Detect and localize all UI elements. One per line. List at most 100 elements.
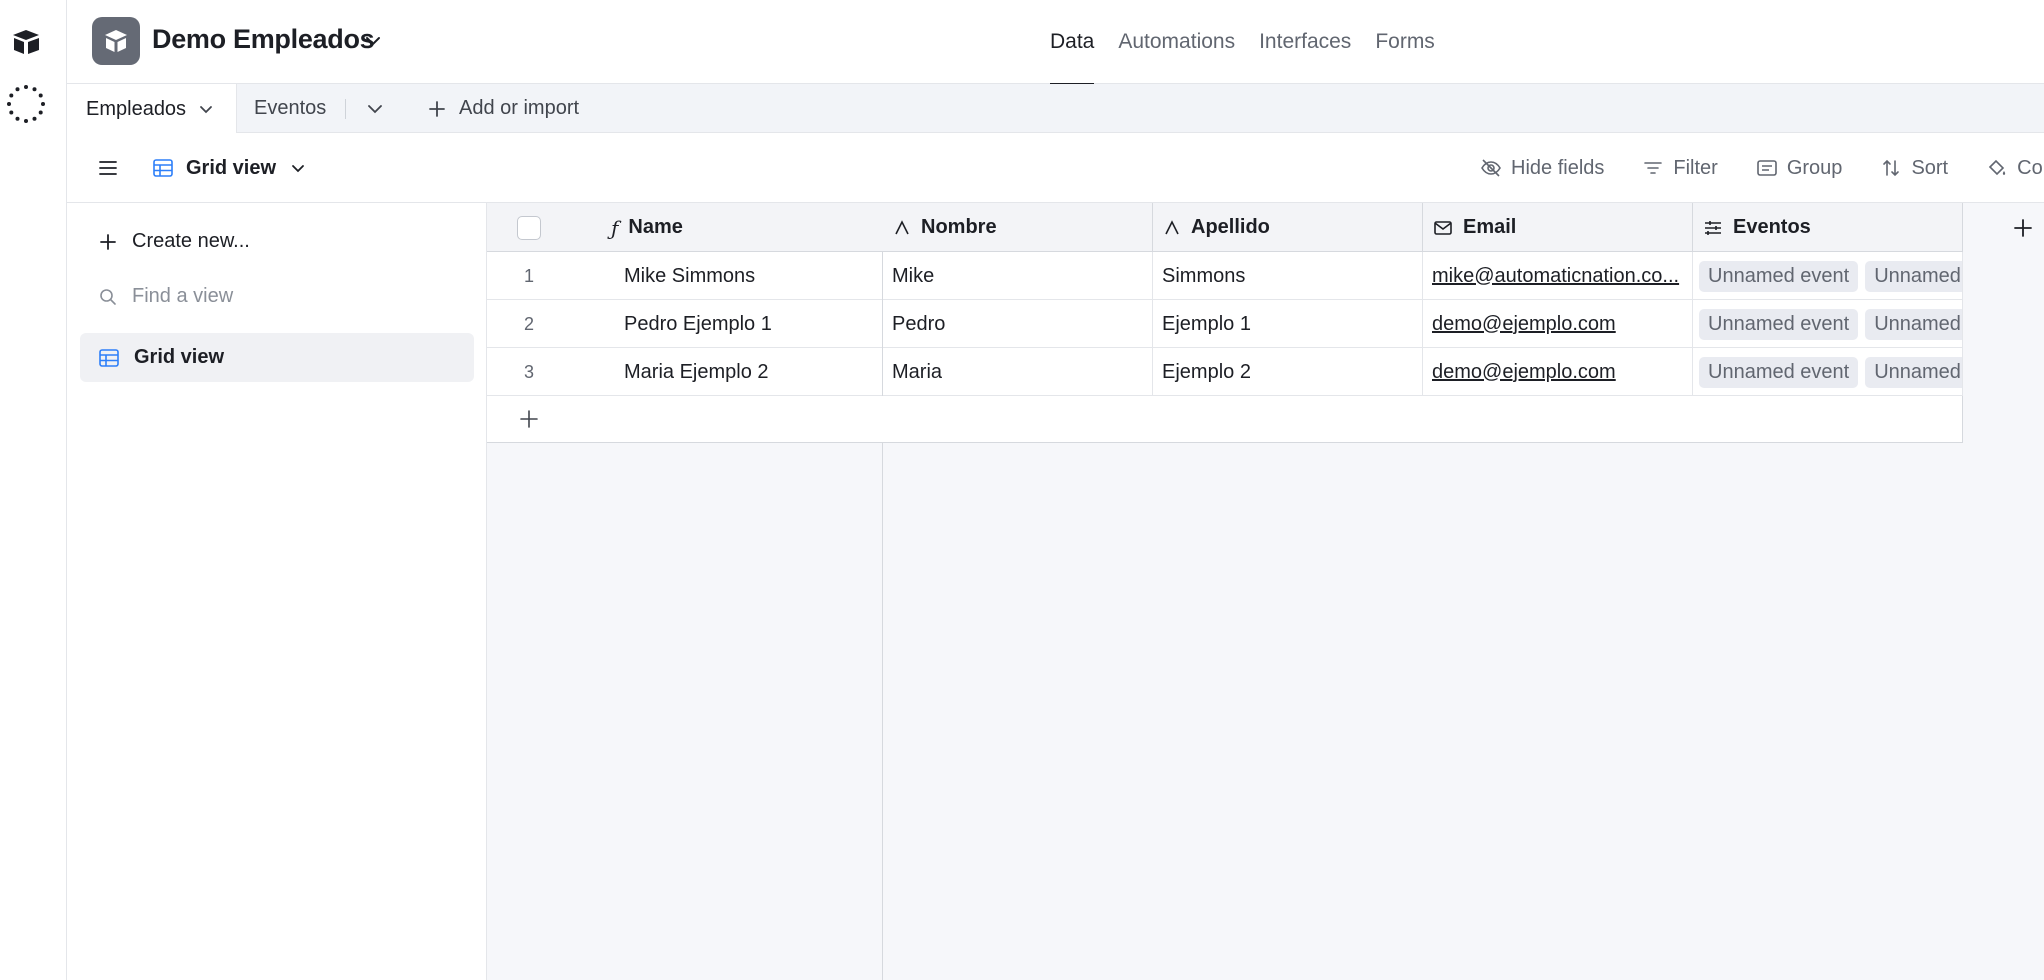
- box-icon: [105, 30, 127, 52]
- cell-email[interactable]: demo@ejemplo.com: [1423, 348, 1693, 396]
- create-view-label: Create new...: [132, 230, 250, 252]
- top-bar: Demo Empleados Data Automations Interfac…: [67, 0, 2044, 85]
- hide-fields-button[interactable]: Hide fields: [1480, 157, 1604, 180]
- linked-record-icon: [1705, 220, 1721, 235]
- column-header-apellido[interactable]: Apellido: [1153, 203, 1423, 252]
- row-number: 1: [523, 265, 534, 286]
- paint-bucket-icon: [1988, 159, 2006, 176]
- group-icon: [1757, 160, 1777, 176]
- view-toolbar: Hide fields Filter Group Sort Co: [1480, 133, 2044, 203]
- sidebar-view-grid[interactable]: Grid view: [80, 333, 474, 382]
- grid: ƒ Name Nombre Apellido Email Eventos 1 M…: [487, 203, 2044, 980]
- cell-name[interactable]: Mike Simmons: [615, 252, 882, 300]
- linked-record-chip[interactable]: Unnamed: [1865, 356, 1962, 388]
- search-icon: [100, 288, 116, 305]
- plus-icon: [100, 233, 116, 250]
- tab-divider: [345, 99, 346, 119]
- select-all-checkbox[interactable]: [517, 216, 541, 240]
- find-view: [98, 285, 432, 308]
- cell-name[interactable]: Pedro Ejemplo 1: [615, 300, 882, 348]
- email-field-icon: [1434, 220, 1452, 235]
- cell-name[interactable]: Maria Ejemplo 2: [615, 348, 882, 396]
- grid-view-icon: [99, 348, 119, 367]
- sort-button[interactable]: Sort: [1880, 157, 1948, 180]
- main-nav: Data Automations Interfaces Forms: [1050, 0, 1435, 85]
- views-sidebar: Create new... Grid view: [67, 203, 487, 980]
- column-header-label: Apellido: [1191, 216, 1270, 238]
- formula-field-icon: ƒ: [611, 215, 619, 240]
- column-header-label: Name: [628, 216, 683, 238]
- table-tab-bar: Empleados Eventos Add or import: [67, 84, 2044, 134]
- nav-forms[interactable]: Forms: [1375, 0, 1435, 84]
- add-field-icon[interactable]: [2012, 217, 2034, 239]
- table-row[interactable]: 1 Mike Simmons Mike Simmons mike@automat…: [487, 252, 1963, 300]
- grid-header: ƒ Name Nombre Apellido Email Eventos: [487, 203, 1963, 252]
- cell-email[interactable]: mike@automaticnation.co...: [1423, 252, 1693, 300]
- filter-button[interactable]: Filter: [1642, 156, 1718, 180]
- chevron-down-icon[interactable]: [364, 98, 386, 120]
- filter-icon: [1644, 162, 1663, 174]
- cell-nombre[interactable]: Mike: [882, 252, 1153, 300]
- hide-fields-label: Hide fields: [1511, 156, 1605, 179]
- nav-automations[interactable]: Automations: [1118, 0, 1235, 84]
- menu-icon[interactable]: [97, 157, 119, 179]
- text-field-icon: [1165, 219, 1179, 234]
- chevron-down-icon: [292, 165, 304, 173]
- cell-apellido[interactable]: Ejemplo 1: [1153, 300, 1423, 348]
- group-label: Group: [1786, 156, 1843, 179]
- eye-off-icon: [1481, 159, 1501, 177]
- sort-icon: [1883, 159, 1900, 177]
- row-number: 3: [523, 361, 534, 382]
- tab-empleados[interactable]: Empleados: [67, 84, 237, 134]
- column-header-label: Eventos: [1733, 216, 1811, 238]
- cell-eventos[interactable]: Unnamed event Unnamed: [1693, 252, 1963, 300]
- color-button[interactable]: Colo: [1986, 157, 2044, 180]
- view-name: Grid view: [186, 156, 277, 179]
- view-switcher[interactable]: Grid view: [152, 133, 308, 203]
- cell-eventos[interactable]: Unnamed event Unnamed: [1693, 348, 1963, 396]
- airtable-logo-icon[interactable]: [8, 24, 44, 60]
- add-record-row[interactable]: [487, 396, 1963, 443]
- cell-eventos[interactable]: Unnamed event Unnamed: [1693, 300, 1963, 348]
- nav-data[interactable]: Data: [1050, 0, 1095, 85]
- loading-spinner-icon: [7, 85, 45, 123]
- color-label: Colo: [2017, 156, 2044, 179]
- cell-apellido[interactable]: Simmons: [1153, 252, 1423, 300]
- column-header-email[interactable]: Email: [1423, 203, 1693, 252]
- plus-icon: [520, 410, 538, 428]
- add-or-import-label: Add or import: [459, 97, 580, 119]
- add-or-import-button[interactable]: Add or import: [427, 84, 579, 133]
- cell-nombre[interactable]: Maria: [882, 348, 1153, 396]
- tab-eventos[interactable]: Eventos: [254, 84, 326, 133]
- linked-record-chip[interactable]: Unnamed event: [1699, 260, 1859, 292]
- base-name[interactable]: Demo Empleados: [152, 24, 375, 55]
- filter-label: Filter: [1673, 156, 1718, 179]
- text-field-icon: [895, 219, 909, 234]
- column-header-eventos[interactable]: Eventos: [1693, 203, 1963, 252]
- linked-record-chip[interactable]: Unnamed event: [1699, 356, 1859, 388]
- grid-view-icon: [153, 159, 173, 177]
- find-view-input[interactable]: [132, 285, 432, 308]
- linked-record-chip[interactable]: Unnamed event: [1699, 308, 1859, 340]
- chevron-down-icon[interactable]: [362, 30, 384, 52]
- group-button[interactable]: Group: [1756, 156, 1843, 180]
- cell-nombre[interactable]: Pedro: [882, 300, 1153, 348]
- cell-apellido[interactable]: Ejemplo 2: [1153, 348, 1423, 396]
- linked-record-chip[interactable]: Unnamed: [1865, 308, 1962, 340]
- base-icon[interactable]: [92, 17, 140, 65]
- sort-label: Sort: [1911, 156, 1949, 179]
- view-bar: Grid view Hide fields Filter Group Sort …: [67, 133, 2044, 203]
- column-header-name[interactable]: ƒ Name: [571, 203, 882, 252]
- app-rail: [0, 0, 67, 980]
- cell-email[interactable]: demo@ejemplo.com: [1423, 300, 1693, 348]
- nav-interfaces[interactable]: Interfaces: [1259, 0, 1351, 84]
- tab-label: Empleados: [86, 97, 187, 120]
- linked-record-chip[interactable]: Unnamed: [1865, 260, 1962, 292]
- column-header-label: Nombre: [921, 216, 997, 238]
- table-row[interactable]: 3 Maria Ejemplo 2 Maria Ejemplo 2 demo@e…: [487, 348, 1963, 396]
- create-view-button[interactable]: Create new...: [98, 230, 250, 253]
- chevron-down-icon[interactable]: [196, 99, 216, 119]
- table-row[interactable]: 2 Pedro Ejemplo 1 Pedro Ejemplo 1 demo@e…: [487, 300, 1963, 348]
- sidebar-view-label: Grid view: [134, 346, 225, 368]
- column-header-nombre[interactable]: Nombre: [883, 203, 1153, 252]
